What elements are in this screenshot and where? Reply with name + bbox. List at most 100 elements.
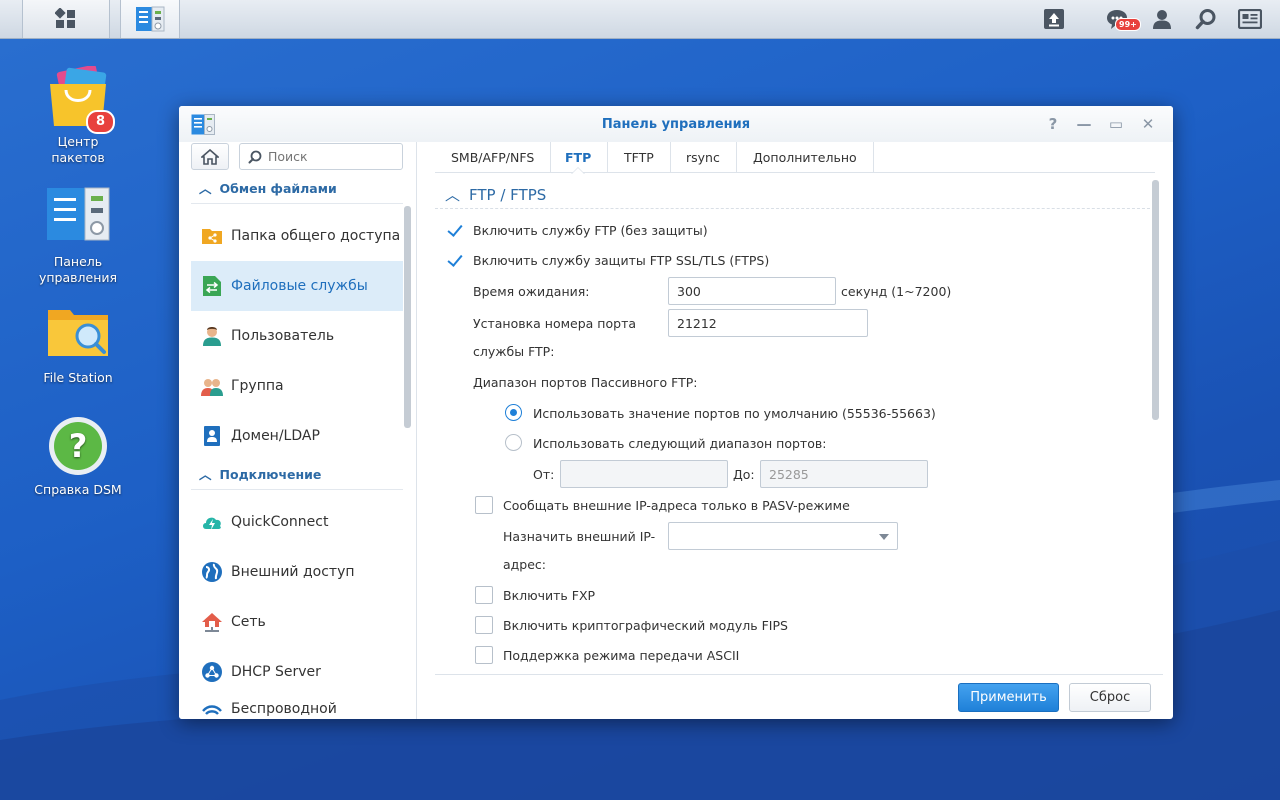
sidebar-item-file-services[interactable]: Файловые службы	[191, 261, 403, 311]
external-ip-dropdown[interactable]	[668, 522, 898, 550]
fxp-checkbox[interactable]	[475, 586, 493, 604]
timeout-suffix: секунд (1~7200)	[841, 284, 952, 299]
window-title: Панель управления	[601, 117, 751, 132]
tab-ftp[interactable]: FTP	[549, 142, 609, 174]
assign-ip-label-line2: адрес:	[503, 557, 547, 572]
custom-ports-label: Использовать следующий диапазон портов:	[533, 436, 827, 451]
sidebar-item-label: Группа	[231, 378, 284, 394]
ascii-checkbox[interactable]	[475, 646, 493, 664]
enable-ftp-label: Включить службу FTP (без защиты)	[473, 223, 708, 238]
desktop-icon-file-station[interactable]: File Station	[13, 302, 143, 386]
main-menu-icon	[55, 8, 75, 28]
window-titlebar[interactable]: Панель управления ? — ▭ ✕	[179, 106, 1173, 142]
dhcp-icon	[202, 662, 222, 682]
tab-advanced[interactable]: Дополнительно	[737, 142, 874, 173]
section-connectivity[interactable]: ︿ Подключение	[191, 460, 403, 490]
apply-button[interactable]: Применить	[958, 683, 1059, 712]
help-button[interactable]: ?	[1043, 114, 1063, 134]
reset-button[interactable]: Сброс	[1069, 683, 1151, 712]
user-icon	[1153, 10, 1171, 29]
sidebar-item-label: Файловые службы	[231, 278, 368, 294]
section-title: Обмен файлами	[219, 181, 337, 196]
sidebar-item-external-access[interactable]: Внешний доступ	[191, 547, 403, 597]
control-panel-icon	[136, 6, 165, 32]
tab-tftp[interactable]: TFTP	[608, 142, 671, 173]
group-icon	[201, 379, 223, 396]
from-port-input[interactable]	[560, 460, 728, 488]
sidebar-item-label: Беспроводной	[231, 701, 337, 717]
sidebar-item-domain-ldap[interactable]: Домен/LDAP	[191, 411, 403, 461]
search-button[interactable]	[1187, 0, 1225, 38]
desktop-icon-label: Центр пакетов	[51, 134, 105, 165]
taskbar: 99+	[0, 0, 1280, 39]
sidebar-scrollbar[interactable]	[404, 206, 411, 428]
home-icon	[201, 148, 219, 165]
close-button[interactable]: ✕	[1138, 114, 1158, 134]
control-panel-window: Панель управления ? — ▭ ✕ ︿ Обмен файлами…	[179, 106, 1173, 719]
sidebar-item-dhcp-server[interactable]: DHCP Server	[191, 647, 403, 697]
chevron-up-icon: ︿	[199, 181, 212, 196]
main-menu-button[interactable]	[22, 0, 110, 38]
timeout-input[interactable]	[668, 277, 836, 305]
control-panel-icon	[47, 187, 110, 241]
enable-ftp-checkbox[interactable]	[445, 221, 463, 239]
timeout-label: Время ожидания:	[473, 284, 590, 299]
to-port-input[interactable]	[760, 460, 928, 488]
default-ports-radio[interactable]	[505, 404, 522, 421]
upload-button[interactable]	[1035, 0, 1073, 38]
minimize-button[interactable]: —	[1074, 114, 1094, 134]
ascii-label: Поддержка режима передачи ASCII	[503, 648, 740, 663]
desktop-icon-label: Справка DSM	[34, 482, 122, 497]
desktop-icon-label: File Station	[43, 370, 113, 385]
desktop-icon-dsm-help[interactable]: ? Справка DSM	[13, 414, 143, 498]
desktop-icon-label: Панель управления	[38, 254, 118, 285]
ftp-port-input[interactable]	[668, 309, 868, 337]
user-icon	[203, 327, 221, 346]
chevron-up-icon: ︿	[445, 186, 461, 204]
tab-rsync[interactable]: rsync	[670, 142, 737, 173]
chevron-down-icon[interactable]	[879, 534, 889, 540]
tab-bar: SMB/AFP/NFS FTP TFTP rsync Дополнительно	[435, 142, 1155, 174]
section-title: Подключение	[219, 467, 322, 482]
sidebar-item-quickconnect[interactable]: QuickConnect	[191, 497, 403, 547]
sidebar-item-label: Сеть	[231, 614, 266, 630]
sidebar-item-label: Внешний доступ	[231, 564, 355, 580]
sidebar-item-label: Папка общего доступа	[231, 228, 401, 244]
to-label: До:	[733, 467, 755, 482]
custom-ports-radio[interactable]	[505, 434, 522, 451]
divider	[435, 208, 1155, 209]
wireless-icon	[202, 705, 222, 715]
fips-checkbox[interactable]	[475, 616, 493, 634]
widgets-button[interactable]	[1231, 0, 1269, 38]
sidebar-item-shared-folder[interactable]: Папка общего доступа	[191, 211, 403, 261]
sidebar-item-wireless[interactable]: Беспроводной	[191, 697, 403, 719]
assign-ip-label-line1: Назначить внешний IP-	[503, 529, 656, 544]
home-button[interactable]	[191, 143, 229, 170]
network-home-icon	[202, 613, 222, 632]
pasv-external-ip-label: Сообщать внешние IP-адреса только в PASV…	[503, 498, 850, 513]
enable-ftps-checkbox[interactable]	[445, 251, 463, 269]
desktop-icon-control-panel[interactable]: Панель управления	[13, 186, 143, 286]
sidebar-search[interactable]	[239, 143, 403, 170]
panel-title: FTP / FTPS	[469, 186, 547, 204]
sidebar-item-user[interactable]: Пользователь	[191, 311, 403, 361]
maximize-button[interactable]: ▭	[1106, 114, 1126, 134]
section-file-sharing[interactable]: ︿ Обмен файлами	[191, 174, 403, 204]
sidebar-item-network[interactable]: Сеть	[191, 597, 403, 647]
passive-range-label: Диапазон портов Пассивного FTP:	[473, 375, 698, 390]
port-label-line2: службы FTP:	[473, 344, 555, 359]
section-ftp-ftps[interactable]: ︿ FTP / FTPS	[445, 184, 546, 205]
default-ports-label: Использовать значение портов по умолчани…	[533, 406, 936, 421]
tab-smb-afp-nfs[interactable]: SMB/AFP/NFS	[435, 142, 552, 173]
content-scrollbar[interactable]	[1152, 180, 1159, 420]
pasv-external-ip-checkbox[interactable]	[475, 496, 493, 514]
user-button[interactable]	[1143, 0, 1181, 38]
chevron-up-icon: ︿	[199, 467, 212, 482]
upload-icon	[1044, 9, 1064, 29]
enable-ftps-label: Включить службу защиты FTP SSL/TLS (FTPS…	[473, 253, 770, 268]
desktop-icon-package-center[interactable]: Центр пакетов	[13, 64, 143, 166]
sidebar-item-group[interactable]: Группа	[191, 361, 403, 411]
sidebar-search-input[interactable]	[268, 149, 388, 164]
globe-icon	[202, 562, 222, 582]
taskbar-control-panel-button[interactable]	[120, 0, 180, 38]
